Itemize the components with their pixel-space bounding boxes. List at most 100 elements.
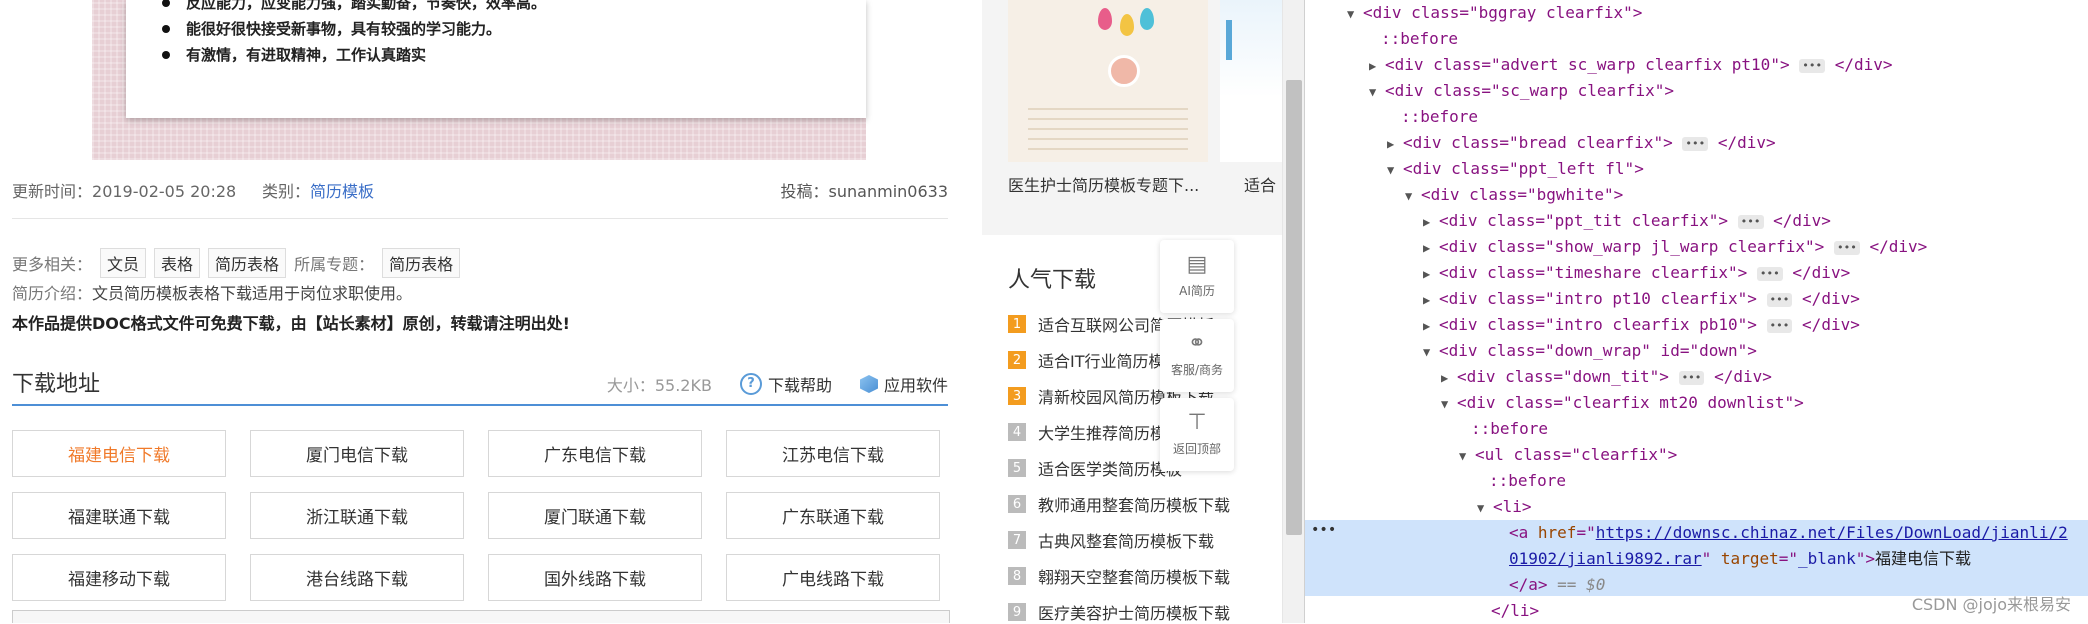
template-thumbnail[interactable] (1008, 0, 1208, 162)
expand-triangle-icon[interactable]: ▶ (1423, 287, 1439, 313)
expand-triangle-icon[interactable]: ▶ (1423, 261, 1439, 287)
href-link-cont[interactable]: 01902/jianli9892.rar (1509, 549, 1702, 568)
attr-name-href: href (1537, 523, 1577, 542)
ellipsis-badge[interactable]: ••• (1678, 370, 1705, 385)
dom-node-text: <div class="advert sc_warp clearfix pt10… (1385, 55, 1790, 74)
li-close[interactable]: </li> (1491, 598, 1539, 624)
download-button[interactable]: 广东电信下载 (488, 430, 702, 477)
ellipsis-badge[interactable]: ••• (1737, 214, 1764, 229)
popular-item[interactable]: 7 古典风整套简历模板下载 (1008, 522, 1230, 558)
dom-node[interactable]: ▼ <div class="bggray clearfix"> (1347, 0, 1642, 26)
download-button[interactable]: 江苏电信下载 (726, 430, 940, 477)
dom-node[interactable]: ▼ <ul class="clearfix"> (1459, 442, 1677, 468)
customer-service-button[interactable]: ⚭ 客服/商务 (1160, 319, 1234, 392)
dom-node[interactable]: ▶ <div class="bread clearfix"> ••• </div> (1387, 130, 1776, 156)
dom-close-tag: </div> (1869, 237, 1928, 256)
dom-close-tag: </div> (1717, 133, 1776, 152)
ellipsis-badge[interactable]: ••• (1682, 136, 1709, 151)
download-button[interactable]: 国外线路下载 (488, 554, 702, 601)
collapse-triangle-icon[interactable]: ▼ (1441, 391, 1457, 417)
href-link[interactable]: https://downsc.chinaz.net/Files/DownLoad… (1596, 523, 2068, 542)
download-section-title: 下载地址 (12, 372, 101, 397)
collapse-triangle-icon[interactable]: ▼ (1477, 495, 1493, 521)
ellipsis-badge[interactable]: ••• (1766, 318, 1793, 333)
attr-value-target: _blank (1797, 549, 1856, 568)
download-button[interactable]: 广东联通下载 (726, 492, 940, 539)
download-button[interactable]: 福建联通下载 (12, 492, 226, 539)
poster: 投稿：sunanmin0633 (781, 178, 948, 202)
scrollbar-thumb[interactable] (1286, 80, 1302, 535)
expand-triangle-icon[interactable]: ▶ (1423, 209, 1439, 235)
category-link[interactable]: 简历模板 (310, 182, 374, 201)
pseudo-node[interactable]: ::before (1489, 468, 1566, 494)
download-button[interactable]: 厦门联通下载 (488, 492, 702, 539)
template-thumbnail[interactable] (1220, 0, 1282, 162)
popular-item[interactable]: 8 翱翔天空整套简历模板下载 (1008, 558, 1230, 594)
dom-node[interactable]: ▶ <div class="show_warp jl_warp clearfix"… (1423, 234, 1927, 260)
dom-node[interactable]: ▼ <div class="sc_warp clearfix"> (1369, 78, 1674, 104)
ellipsis-badge[interactable]: ••• (1766, 292, 1793, 307)
pseudo-node[interactable]: ::before (1381, 26, 1458, 52)
expand-triangle-icon[interactable]: ▶ (1369, 53, 1385, 79)
dom-node[interactable]: ▶ <div class="timeshare clearfix"> ••• </… (1423, 260, 1850, 286)
expand-triangle-icon[interactable]: ▶ (1423, 313, 1439, 339)
thumbnail-caption[interactable]: 医生护士简历模板专题下... (1008, 172, 1199, 196)
dom-node-text: <ul class="clearfix"> (1475, 445, 1678, 464)
download-button[interactable]: 福建移动下载 (12, 554, 226, 601)
collapse-triangle-icon[interactable]: ▼ (1369, 79, 1385, 105)
tag-link[interactable]: 简历表格 (208, 248, 287, 278)
drop-icon (1140, 8, 1154, 30)
float-tool-label: AI简历 (1179, 284, 1215, 298)
software-link[interactable]: 应用软件 (859, 372, 948, 396)
download-button[interactable]: 福建电信下载 (12, 430, 226, 477)
collapse-triangle-icon[interactable]: ▼ (1423, 339, 1439, 365)
download-button[interactable]: 厦门电信下载 (250, 430, 464, 477)
back-to-top-button[interactable]: ⊤ 返回顶部 (1160, 398, 1234, 471)
thumbnail-caption[interactable]: 适合 (1244, 172, 1276, 196)
expand-triangle-icon[interactable]: ▶ (1423, 235, 1439, 261)
pseudo-node[interactable]: ::before (1471, 416, 1548, 442)
tag-link[interactable]: 文员 (100, 248, 147, 278)
download-button[interactable]: 浙江联通下载 (250, 492, 464, 539)
expand-triangle-icon[interactable]: ▶ (1387, 131, 1403, 157)
page-scrollbar[interactable] (1282, 0, 1305, 623)
dom-node[interactable]: ▶ <div class="down_tit"> ••• </div> (1441, 364, 1772, 390)
popular-item-title: 翱翔天空整套简历模板下载 (1038, 568, 1231, 587)
ellipsis-badge[interactable]: ••• (1756, 266, 1783, 281)
expand-triangle-icon[interactable]: ▶ (1441, 365, 1457, 391)
download-button[interactable]: 广电线路下载 (726, 554, 940, 601)
selected-anchor-node[interactable]: <a href="https://downsc.chinaz.net/Files… (1509, 520, 2068, 546)
dom-node-text: ::before (1401, 107, 1479, 126)
dom-node[interactable]: ▶ <div class="intro clearfix pb10"> ••• <… (1423, 312, 1860, 338)
download-info-bar: 大小：55.2KB ? 下载帮助 应用软件 (607, 372, 948, 396)
collapse-triangle-icon[interactable]: ▼ (1405, 183, 1421, 209)
dom-node[interactable]: ▼ <div class="bgwhite"> (1405, 182, 1623, 208)
dom-node[interactable]: ▼ <div class="ppt_left fl"> (1387, 156, 1644, 182)
collapse-triangle-icon[interactable]: ▼ (1347, 1, 1363, 27)
popular-item[interactable]: 6 教师通用整套简历模板下载 (1008, 486, 1230, 522)
ai-resume-button[interactable]: ▤ AI简历 (1160, 240, 1234, 313)
popular-item[interactable]: 9 医疗美容护士简历模板下载 (1008, 594, 1230, 623)
node-actions-ellipsis[interactable]: ••• (1311, 522, 1336, 538)
download-title-underline (12, 404, 948, 406)
dom-node[interactable]: ▼ <div class="clearfix mt20 downlist"> (1441, 390, 1804, 416)
ellipsis-badge[interactable]: ••• (1833, 240, 1860, 255)
tag-link[interactable]: 表格 (154, 248, 201, 278)
topic-label: 所属专题： (294, 255, 375, 274)
watermark: CSDN @jojo来根易安 (1911, 595, 2071, 614)
download-button[interactable]: 港台线路下载 (250, 554, 464, 601)
pseudo-node[interactable]: ::before (1401, 104, 1478, 130)
download-help-link[interactable]: ? 下载帮助 (739, 372, 832, 396)
dom-node[interactable]: ▶ <div class="intro pt10 clearfix"> ••• <… (1423, 286, 1860, 312)
collapse-triangle-icon[interactable]: ▼ (1459, 443, 1475, 469)
selected-anchor-node-cont[interactable]: 01902/jianli9892.rar" target="_blank">福建… (1509, 546, 1971, 572)
devtools-elements-panel: ••• ▼ <div class="bggray clearfix"> ::bef… (1304, 0, 2088, 623)
topic-tag-link[interactable]: 简历表格 (382, 248, 461, 278)
anchor-close[interactable]: </a> == $0 (1509, 572, 1605, 598)
dom-node[interactable]: ▶ <div class="ppt_tit clearfix"> ••• </di… (1423, 208, 1831, 234)
ellipsis-badge[interactable]: ••• (1799, 58, 1826, 73)
collapse-triangle-icon[interactable]: ▼ (1387, 157, 1403, 183)
dom-node[interactable]: ▶ <div class="advert sc_warp clearfix pt1… (1369, 52, 1893, 78)
dom-node[interactable]: ▼ <div class="down_wrap" id="down"> (1423, 338, 1757, 364)
dom-node[interactable]: ▼ <li> (1477, 494, 1532, 520)
